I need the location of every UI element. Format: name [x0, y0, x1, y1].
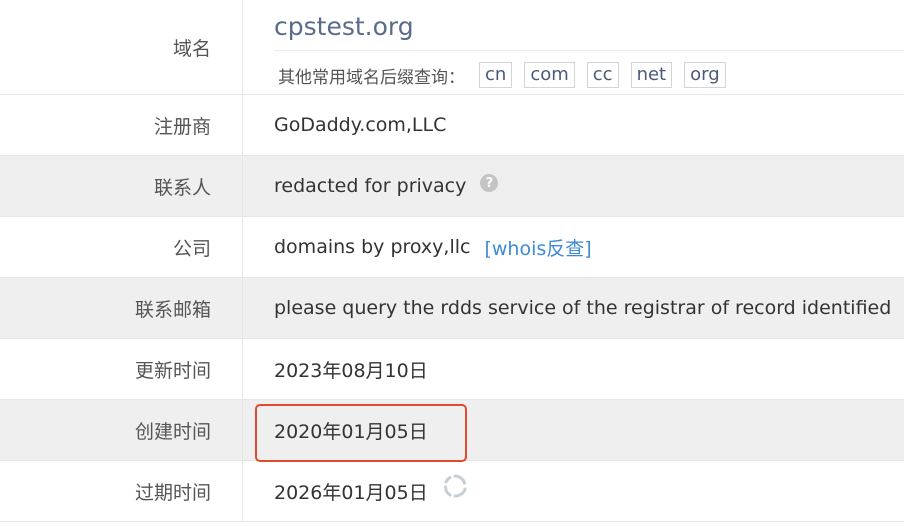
registrar-value: GoDaddy.com,LLC	[274, 95, 904, 155]
suffix-query: 其他常用域名后缀查询： cn com cc net org	[278, 62, 738, 88]
suffix-label: 其他常用域名后缀查询：	[278, 67, 465, 88]
created-date-highlight-box	[255, 404, 467, 462]
domain-label: 域名	[0, 0, 243, 94]
domain-row: 域名 cpstest.org 其他常用域名后缀查询： cn com cc net…	[0, 0, 904, 95]
company-label: 公司	[0, 217, 243, 277]
email-text: please query the rdds service of the reg…	[274, 297, 892, 319]
suffix-com-link[interactable]: com	[524, 62, 575, 88]
suffix-cn-link[interactable]: cn	[479, 62, 513, 88]
created-label: 创建时间	[0, 400, 243, 460]
contact-label: 联系人	[0, 156, 243, 216]
whois-reverse-link[interactable]: [whois反查]	[484, 234, 591, 261]
email-label: 联系邮箱	[0, 278, 243, 338]
contact-value: redacted for privacy ?	[274, 156, 904, 216]
refresh-icon[interactable]	[442, 473, 468, 504]
email-row: 联系邮箱 please query the rdds service of th…	[0, 278, 904, 339]
registrar-text: GoDaddy.com,LLC	[274, 114, 447, 136]
updated-label: 更新时间	[0, 339, 243, 399]
expires-row: 过期时间 2026年01月05日	[0, 461, 904, 522]
updated-value: 2023年08月10日	[274, 339, 904, 399]
expires-value: 2026年01月05日	[274, 461, 904, 521]
updated-row: 更新时间 2023年08月10日	[0, 339, 904, 400]
expires-text: 2026年01月05日	[274, 481, 428, 504]
registrar-label: 注册商	[0, 95, 243, 155]
updated-text: 2023年08月10日	[274, 359, 428, 382]
email-value: please query the rdds service of the reg…	[274, 278, 904, 338]
suffix-org-link[interactable]: org	[684, 62, 726, 88]
help-icon[interactable]: ?	[480, 174, 499, 192]
divider	[274, 50, 904, 51]
contact-text: redacted for privacy	[274, 175, 467, 197]
suffix-cc-link[interactable]: cc	[586, 62, 619, 88]
expires-label: 过期时间	[0, 461, 243, 521]
company-text: domains by proxy,llc	[274, 236, 471, 258]
registrar-row: 注册商 GoDaddy.com,LLC	[0, 95, 904, 156]
company-row: 公司 domains by proxy,llc [whois反查]	[0, 217, 904, 278]
suffix-net-link[interactable]: net	[630, 62, 673, 88]
company-value: domains by proxy,llc [whois反查]	[274, 217, 904, 277]
domain-name[interactable]: cpstest.org	[274, 12, 414, 41]
contact-row: 联系人 redacted for privacy ?	[0, 156, 904, 217]
whois-table: 域名 cpstest.org 其他常用域名后缀查询： cn com cc net…	[0, 0, 904, 526]
